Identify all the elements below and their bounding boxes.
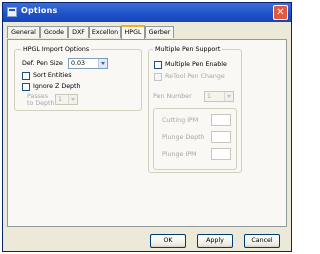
passes-label-line2: to Depth xyxy=(27,100,55,107)
chevron-down-icon xyxy=(224,92,233,101)
cutting-ipm-input[interactable] xyxy=(211,114,231,126)
ignore-z-label: Ignore Z Depth xyxy=(33,83,81,90)
pen-feeds-subgroup: Cutting IPM Plunge Depth Plunge IPM xyxy=(153,108,237,170)
multi-pen-group: Multiple Pen Support Multiple Pen Enable… xyxy=(148,45,242,173)
tab-dxf[interactable]: DXF xyxy=(68,26,89,38)
title-bar[interactable]: Options ✕ xyxy=(3,3,291,22)
app-window-icon xyxy=(7,7,17,17)
group-title-multi-pen: Multiple Pen Support xyxy=(153,45,223,54)
tab-gcode[interactable]: Gcode xyxy=(40,26,68,38)
retool-label: ReTool Pen Change xyxy=(165,73,225,80)
tab-excellon[interactable]: Excellon xyxy=(89,26,121,38)
close-button[interactable]: ✕ xyxy=(273,5,288,20)
plunge-ipm-label: Plunge IPM xyxy=(162,151,197,158)
multi-pen-enable-checkbox[interactable] xyxy=(154,61,162,69)
tab-gerber[interactable]: Gerber xyxy=(145,26,174,38)
group-title-hpgl-import: HPGL Import Options xyxy=(21,45,92,54)
ok-button[interactable]: OK xyxy=(150,234,186,248)
pen-size-select[interactable]: 0.03 xyxy=(68,58,108,69)
retool-checkbox[interactable] xyxy=(154,73,162,81)
pen-number-select[interactable]: 1 xyxy=(204,91,234,102)
hpgl-tab-panel: HPGL Import Options Def. Pen Size 0.03 S… xyxy=(7,39,287,227)
multi-pen-enable-label: Multiple Pen Enable xyxy=(165,61,227,68)
tab-general[interactable]: General xyxy=(7,26,40,38)
cancel-button[interactable]: Cancel xyxy=(244,234,280,248)
pen-number-value: 1 xyxy=(207,93,212,100)
plunge-depth-label: Plunge Depth xyxy=(162,134,205,141)
pen-size-value: 0.03 xyxy=(71,60,86,67)
plunge-ipm-input[interactable] xyxy=(211,148,231,160)
hpgl-import-group: HPGL Import Options Def. Pen Size 0.03 S… xyxy=(14,45,142,111)
sort-entities-label: Sort Entities xyxy=(33,72,72,79)
cutting-ipm-label: Cutting IPM xyxy=(162,117,199,124)
ignore-z-checkbox[interactable] xyxy=(22,83,30,91)
pen-size-label: Def. Pen Size xyxy=(22,60,63,67)
tab-hpgl[interactable]: HPGL xyxy=(121,25,145,39)
window-title: Options xyxy=(21,6,58,15)
plunge-depth-input[interactable] xyxy=(211,131,231,143)
chevron-down-icon xyxy=(68,95,77,104)
passes-select[interactable]: 1 xyxy=(55,94,78,105)
passes-value: 1 xyxy=(58,96,63,103)
sort-entities-checkbox[interactable] xyxy=(22,72,30,80)
pen-number-label: Pen Number xyxy=(153,93,192,100)
apply-button[interactable]: Apply xyxy=(197,234,233,248)
options-dialog: Options ✕ General Gcode DXF Excellon HPG… xyxy=(2,2,292,252)
chevron-down-icon xyxy=(98,59,107,68)
